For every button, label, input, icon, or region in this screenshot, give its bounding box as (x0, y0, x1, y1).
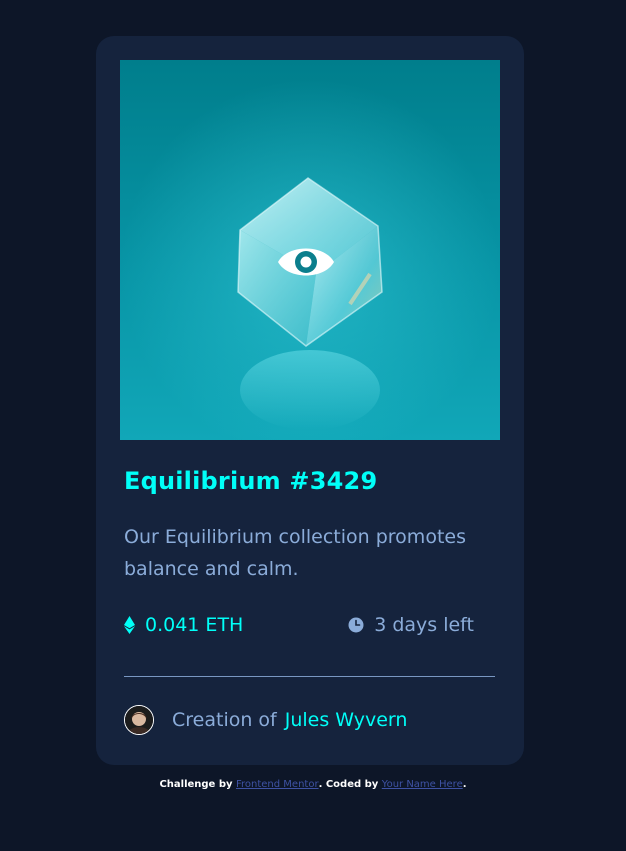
ethereum-icon (124, 616, 135, 634)
cube-reflection (240, 350, 380, 430)
time-left: 3 days left (348, 610, 474, 640)
equilibrium-image (120, 60, 500, 440)
clock-icon (348, 617, 364, 633)
price-value: 0.041 ETH (145, 614, 244, 636)
attribution-coded-by: . Coded by (318, 779, 379, 790)
divider (124, 676, 495, 677)
nft-card: Equilibrium #3429 Our Equilibrium collec… (96, 36, 524, 765)
nft-image[interactable] (120, 60, 500, 440)
creator-prefix: Creation of (172, 709, 277, 731)
price: 0.041 ETH (124, 610, 243, 640)
time-left-value: 3 days left (374, 614, 474, 636)
avatar (124, 705, 154, 735)
creator: Creation of Jules Wyvern (124, 704, 407, 736)
creator-name-link[interactable]: Jules Wyvern (285, 709, 408, 731)
attribution-end: . (462, 779, 467, 790)
card-description: Our Equilibrium collection promotes bala… (124, 526, 466, 580)
attribution: Challenge by Frontend Mentor. Coded by Y… (0, 779, 626, 790)
attribution-challenge-by: Challenge by (159, 779, 233, 790)
card-title[interactable]: Equilibrium #3429 (124, 467, 377, 495)
author-link[interactable]: Your Name Here (382, 779, 463, 790)
frontend-mentor-link[interactable]: Frontend Mentor (236, 779, 319, 790)
